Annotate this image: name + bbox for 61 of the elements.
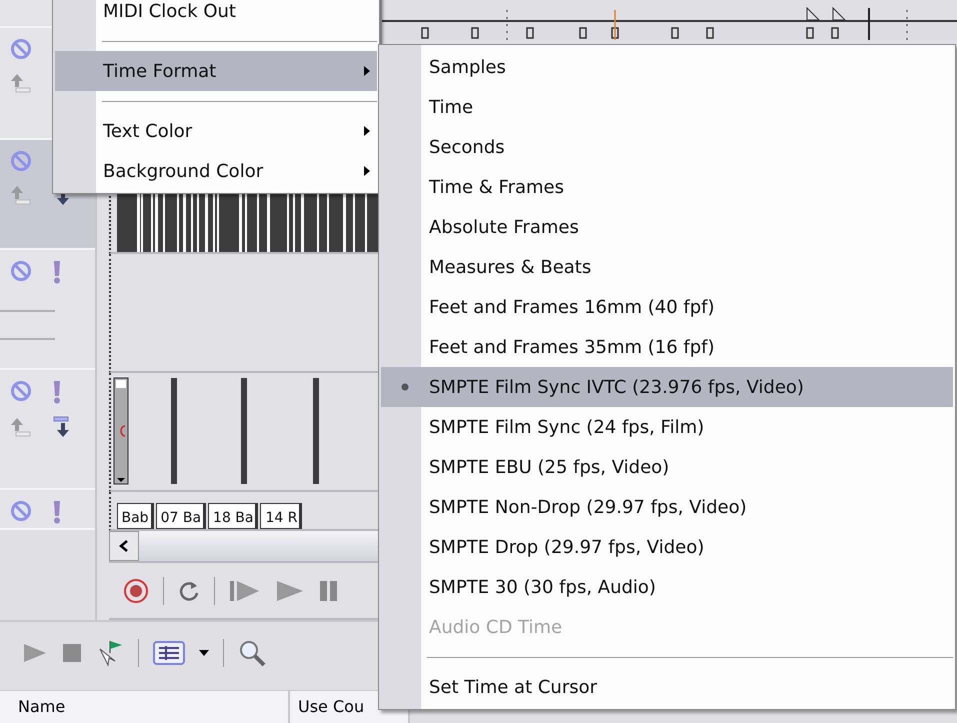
exclamation-icon (52, 500, 62, 524)
record-icon (122, 578, 148, 604)
exclamation-icon (52, 380, 62, 404)
submenu-arrow-icon (363, 65, 371, 77)
menu-item[interactable]: Time Format (55, 51, 377, 91)
menu-item[interactable]: MIDI Clock Out (55, 0, 377, 31)
search-button[interactable] (238, 639, 266, 667)
search-icon (238, 639, 266, 667)
menu-item[interactable]: Absolute Frames (381, 207, 953, 247)
chevron-left-icon (118, 540, 128, 552)
menu-item[interactable]: SMPTE Non-Drop (29.97 fps, Video) (381, 487, 953, 527)
play-icon (274, 578, 304, 603)
prohibit-icon (10, 500, 32, 522)
menu-item[interactable]: Feet and Frames 16mm (40 fpf) (381, 287, 953, 327)
record-button[interactable] (122, 578, 148, 604)
prohibit-icon (10, 38, 32, 60)
menu-item[interactable]: SMPTE EBU (25 fps, Video) (381, 447, 953, 487)
column-header[interactable]: Name (0, 690, 290, 723)
menu-item[interactable]: Time (381, 87, 953, 127)
menu-item[interactable]: SMPTE Film Sync (24 fps, Film) (381, 407, 953, 447)
arrow-up-icon (10, 184, 32, 206)
prohibit-icon (10, 260, 32, 282)
dropdown-button[interactable] (199, 650, 209, 656)
arrow-up-icon (10, 416, 32, 438)
submenu-arrow-icon (363, 165, 371, 177)
play-from-start-button[interactable] (228, 578, 260, 603)
clip-label[interactable]: 18 Ba (208, 503, 258, 530)
exclamation-icon (52, 260, 62, 284)
view-grid-button[interactable] (153, 641, 185, 665)
grid-icon (153, 641, 185, 665)
clip-label[interactable]: Bab (116, 503, 154, 530)
play-button[interactable] (22, 642, 48, 664)
prohibit-icon (10, 380, 32, 402)
play-icon (22, 642, 48, 664)
track-header[interactable] (0, 490, 94, 530)
menu-item[interactable]: Feet and Frames 35mm (16 fpf) (381, 327, 953, 367)
play-from-start-icon (228, 578, 260, 603)
menu-item[interactable]: Time & Frames (381, 167, 953, 207)
menu-item[interactable]: SMPTE Film Sync IVTC (23.976 fps, Video) (381, 367, 953, 407)
menu-item[interactable]: Text Color (55, 111, 377, 151)
loop-button[interactable] (178, 580, 200, 602)
stop-icon (62, 643, 82, 663)
loop-icon (178, 580, 200, 602)
caret-icon (199, 650, 209, 656)
stop-button[interactable] (62, 643, 82, 663)
pause-icon (318, 578, 338, 603)
menu-item[interactable]: Samples (381, 47, 953, 87)
menu-item[interactable]: Measures & Beats (381, 247, 953, 287)
menu-item[interactable]: Background Color (55, 151, 377, 191)
horizontal-scrollbar[interactable] (108, 531, 380, 564)
pause-button[interactable] (318, 578, 338, 603)
prohibit-icon (10, 150, 32, 172)
play-button[interactable] (274, 578, 304, 603)
menu-item[interactable]: Seconds (381, 127, 953, 167)
submenu-arrow-icon (363, 125, 371, 137)
arrow-up-icon (10, 72, 32, 94)
clip-label[interactable]: 14 R (260, 503, 302, 530)
menu-item[interactable]: SMPTE 30 (30 fps, Audio) (381, 567, 953, 607)
clip-label[interactable]: 07 Ba (156, 503, 206, 530)
menu-item[interactable]: SMPTE Drop (29.97 fps, Video) (381, 527, 953, 567)
scroll-left-button[interactable] (108, 531, 138, 562)
